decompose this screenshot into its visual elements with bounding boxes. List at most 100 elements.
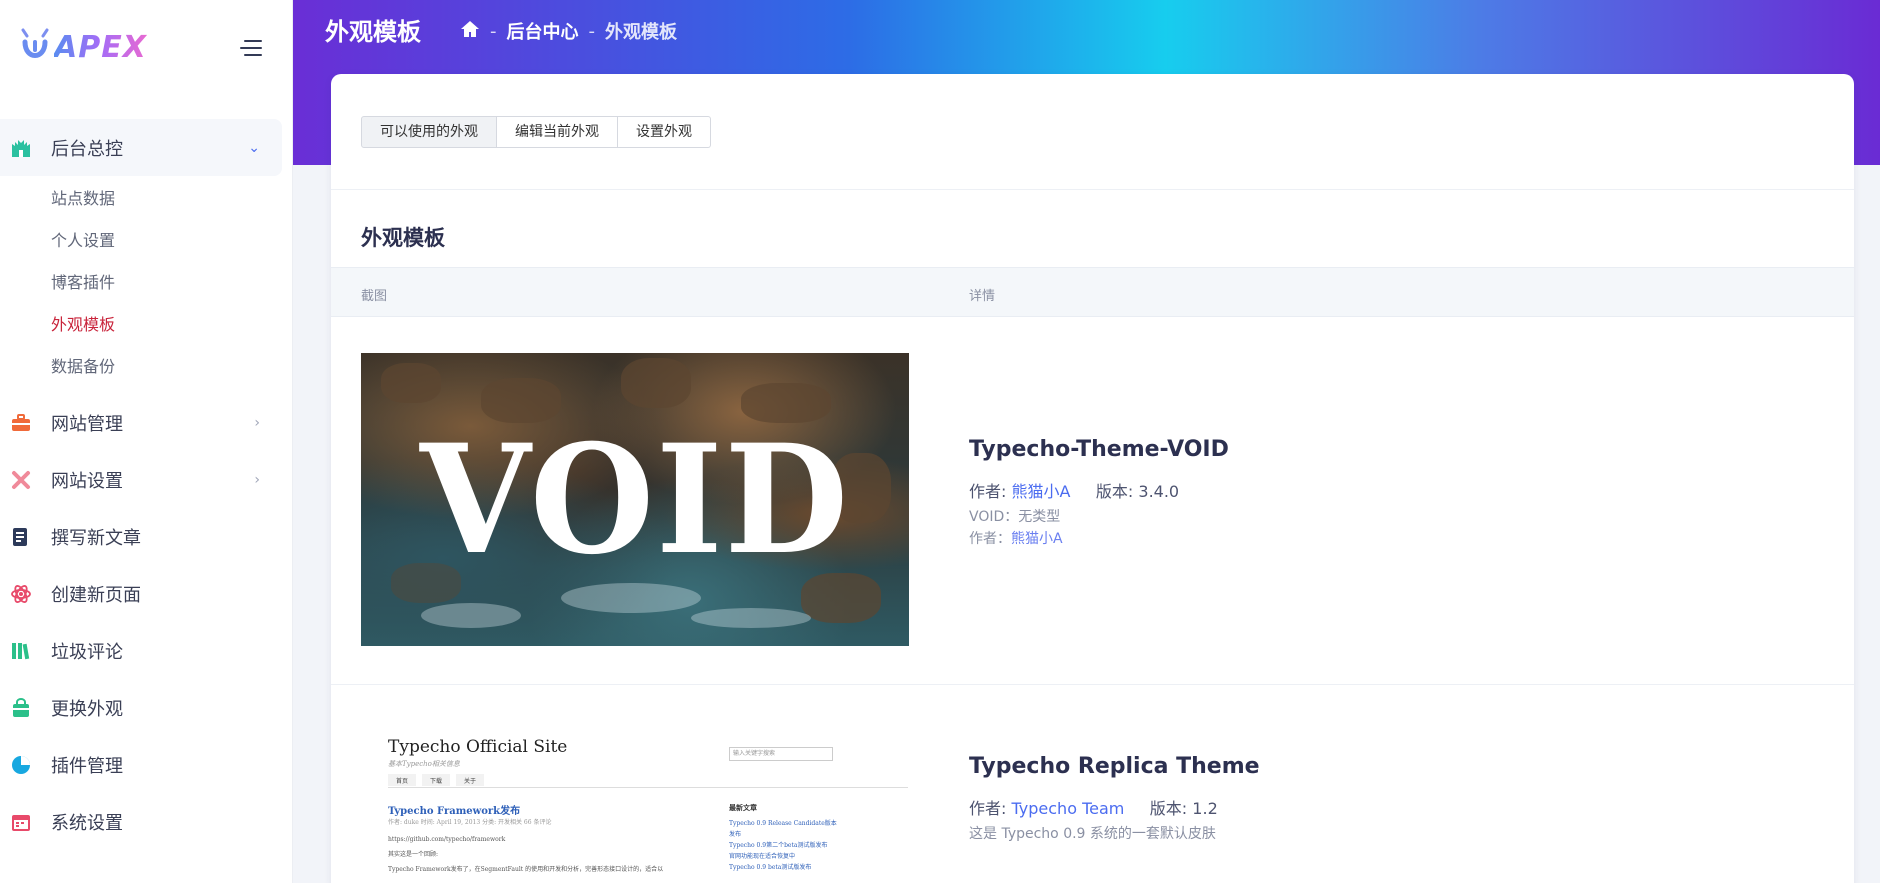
- breadcrumb-separator: -: [588, 20, 596, 42]
- column-header-details: 详情: [969, 289, 996, 304]
- sidebar-item-label: 后台总控: [51, 138, 123, 160]
- theme-description: VOID：无类型: [969, 509, 1061, 525]
- sidebar-submenu: 站点数据 个人设置 博客插件 外观模板 数据备份: [0, 176, 282, 394]
- sidebar-item-site-management[interactable]: 网站管理 ›: [0, 394, 282, 451]
- void-theme-image: VOID: [361, 353, 909, 646]
- thumb-sidebar-title: 最新文章: [729, 803, 757, 812]
- content-card: 可以使用的外观 编辑当前外观 设置外观 外观模板 截图 详情 VOID Type…: [331, 74, 1854, 883]
- thumb-nav-item: 首页: [388, 774, 417, 786]
- thumb-sidebar-item: Typecho 0.9第二个beta测试版发布: [729, 842, 828, 849]
- thumb-sidebar-item: Typecho 0.9 Release Candidate版本发布: [729, 820, 837, 838]
- author-link[interactable]: 熊猫小A: [1012, 482, 1071, 501]
- tab-theme-settings[interactable]: 设置外观: [618, 116, 711, 148]
- thumb-nav-item: 关于: [456, 774, 485, 786]
- theme-description: 这是 Typecho 0.9 系统的一套默认皮肤: [969, 826, 1216, 842]
- thumb-sidebar-list: Typecho 0.9 Release Candidate版本发布 Typech…: [729, 818, 839, 873]
- breadcrumb-separator: -: [490, 20, 497, 42]
- table-header: 截图 详情: [331, 267, 1854, 317]
- sidebar-item-label: 网站管理: [51, 413, 123, 435]
- sidebar-item-label: 垃圾评论: [51, 641, 123, 663]
- version-label: 版本:: [1095, 482, 1134, 501]
- author-label: 作者:: [969, 799, 1007, 818]
- sidebar-item-dashboard[interactable]: 后台总控 ⌄: [0, 119, 282, 176]
- thumb-post-meta: 作者: duke 时间: April 19, 2013 分类: 开发相关 66 …: [388, 819, 552, 826]
- breadcrumb-parent[interactable]: 后台中心: [507, 18, 579, 44]
- menu-toggle-icon[interactable]: [240, 38, 262, 58]
- sidebar-item-new-post[interactable]: 撰写新文章: [0, 508, 282, 565]
- thumb-site-title: Typecho Official Site: [388, 737, 568, 757]
- author-label: 作者:: [969, 482, 1007, 501]
- sidebar-subitem-themes[interactable]: 外观模板: [0, 304, 282, 346]
- chevron-right-icon: ›: [254, 471, 260, 488]
- sidebar-item-label: 创建新页面: [51, 584, 141, 606]
- version-label: 版本:: [1149, 799, 1188, 818]
- author-link[interactable]: 熊猫小A: [1011, 531, 1063, 547]
- void-logo-text: VOID: [419, 411, 851, 588]
- sidebar-subitem-personal-settings[interactable]: 个人设置: [0, 220, 282, 262]
- thumb-site-subtitle: 基本Typecho相关信息: [388, 760, 460, 768]
- tab-edit-current-theme[interactable]: 编辑当前外观: [497, 116, 618, 148]
- sidebar-subitem-blog-plugins[interactable]: 博客插件: [0, 262, 282, 304]
- logo-text: APEX: [54, 29, 147, 65]
- author-label: 作者：: [969, 531, 1011, 547]
- sidebar-subitem-site-data[interactable]: 站点数据: [0, 178, 282, 220]
- bag-icon: [10, 697, 32, 719]
- author-link[interactable]: Typecho Team: [1012, 799, 1125, 818]
- sidebar-item-label: 网站设置: [51, 470, 123, 492]
- chevron-right-icon: ›: [254, 414, 260, 431]
- tab-available-themes[interactable]: 可以使用的外观: [361, 116, 497, 148]
- sidebar-item-label: 撰写新文章: [51, 527, 141, 549]
- thumb-nav: 首页 下载 关于: [388, 774, 908, 788]
- section-title: 外观模板: [361, 226, 445, 250]
- theme-author-version: 作者: Typecho Team 版本: 1.2: [969, 795, 1260, 819]
- theme-name[interactable]: Typecho-Theme-VOID: [969, 437, 1229, 462]
- thumb-sidebar-item: Typecho 0.9 beta测试版发布: [729, 864, 812, 871]
- sidebar-item-plugin-management[interactable]: 插件管理: [0, 736, 282, 793]
- logo-mark-icon: [21, 28, 49, 58]
- logo[interactable]: APEX: [20, 26, 147, 68]
- thumb-search: 输入关键字搜索: [729, 747, 833, 761]
- theme-details: Typecho Replica Theme 作者: Typecho Team 版…: [969, 754, 1260, 843]
- thumb-sidebar-item: 官网功能现在适合恢复中: [729, 853, 796, 860]
- sidebar-item-new-page[interactable]: 创建新页面: [0, 565, 282, 622]
- sidebar-item-spam-comments[interactable]: 垃圾评论: [0, 622, 282, 679]
- sidebar-subitem-backup[interactable]: 数据备份: [0, 346, 282, 388]
- tab-bar: 可以使用的外观 编辑当前外观 设置外观: [361, 116, 711, 148]
- theme-screenshot: Typecho Official Site 基本Typecho相关信息 输入关键…: [361, 720, 909, 883]
- document-icon: [10, 526, 32, 548]
- typecho-theme-image: Typecho Official Site 基本Typecho相关信息 输入关键…: [361, 720, 909, 883]
- pie-chart-icon: [10, 754, 32, 776]
- theme-details: Typecho-Theme-VOID 作者: 熊猫小A 版本: 3.4.0 VO…: [969, 437, 1229, 548]
- theme-author-version: 作者: 熊猫小A 版本: 3.4.0: [969, 478, 1229, 502]
- version-value: 3.4.0: [1138, 482, 1180, 501]
- thumb-nav-item: 下载: [422, 774, 451, 786]
- sidebar-item-system-settings[interactable]: 系统设置: [0, 793, 282, 850]
- row-divider: [331, 684, 1854, 685]
- breadcrumb-current: 外观模板: [605, 22, 677, 43]
- home-icon[interactable]: [460, 20, 480, 43]
- theme-screenshot: VOID: [361, 353, 909, 646]
- sidebar: APEX 后台总控 ⌄ 站点数据 个人设置 博客插件 外观模板 数据备份 网站管…: [0, 0, 293, 883]
- divider: [331, 189, 1854, 190]
- page-title: 外观模板: [325, 18, 421, 46]
- thumb-post-title: Typecho Framework发布: [388, 806, 521, 817]
- column-header-screenshot: 截图: [361, 289, 388, 304]
- thumb-body-line: Typecho Framework发布了，在SegmentFault 的使用和开…: [388, 866, 664, 873]
- tools-icon: [10, 469, 32, 491]
- thumb-body-line: https://github.com/typecho/framework: [388, 836, 506, 843]
- sidebar-item-site-settings[interactable]: 网站设置 ›: [0, 451, 282, 508]
- briefcase-icon: [10, 412, 32, 434]
- sidebar-item-label: 插件管理: [51, 755, 123, 777]
- sidebar-item-change-theme[interactable]: 更换外观: [0, 679, 282, 736]
- sidebar-item-label: 系统设置: [51, 812, 123, 834]
- sidebar-item-label: 更换外观: [51, 698, 123, 720]
- atom-icon: [10, 583, 32, 605]
- thumb-post-body: https://github.com/typecho/framework 其实这…: [388, 832, 663, 877]
- version-value: 1.2: [1192, 799, 1218, 818]
- castle-icon: [10, 137, 32, 159]
- library-icon: [10, 640, 32, 662]
- theme-name[interactable]: Typecho Replica Theme: [969, 754, 1260, 779]
- sidebar-menu: 后台总控 ⌄ 站点数据 个人设置 博客插件 外观模板 数据备份 网站管理 › 网…: [0, 119, 282, 850]
- theme-author-line: 作者：熊猫小A: [969, 528, 1229, 548]
- calendar-icon: [10, 811, 32, 833]
